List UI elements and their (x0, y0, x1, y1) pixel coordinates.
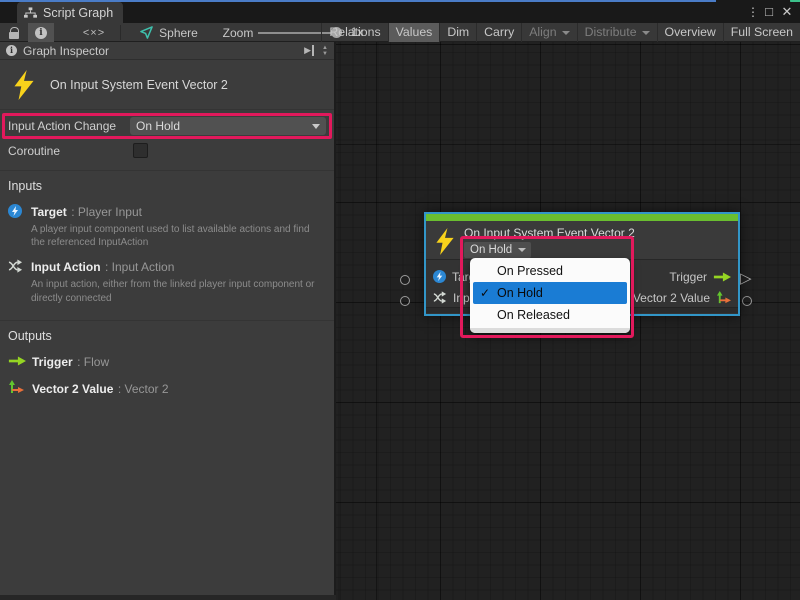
coroutine-label: Coroutine (8, 144, 133, 158)
input-action-change-label: Input Action Change (8, 119, 130, 133)
shuffle-arrows-icon (8, 259, 23, 273)
coroutine-checkbox[interactable] (133, 143, 148, 158)
tab-label: Script Graph (43, 6, 113, 20)
menu-scroll-strip (470, 328, 630, 333)
trigger-type: : Flow (77, 355, 109, 369)
distribute-label: Distribute (585, 23, 637, 42)
target-type: : Player Input (71, 205, 142, 219)
chevron-down-icon (518, 248, 526, 252)
graph-toolbar: i <×> Sphere Zoom 1x Relations Values Di… (0, 23, 800, 42)
sphere-label: Sphere (159, 26, 198, 40)
lock-button[interactable] (2, 23, 26, 42)
carry-button[interactable]: Carry (476, 23, 521, 42)
check-icon: ✓ (473, 286, 497, 300)
tab-script-graph[interactable]: Script Graph (17, 2, 123, 23)
align-button[interactable]: Align (521, 23, 576, 42)
chevron-down-icon (562, 31, 570, 35)
menu-item-on-pressed[interactable]: On Pressed (473, 260, 627, 282)
overview-button[interactable]: Overview (657, 23, 723, 42)
input-action-name: Input Action (31, 260, 101, 274)
relations-button[interactable]: Relations (321, 23, 387, 42)
lightning-bolt-icon (435, 228, 455, 255)
input-action-description: An input action, either from the linked … (31, 278, 319, 304)
dock-panel-icon[interactable]: ▶ (304, 45, 314, 56)
player-input-icon (433, 270, 446, 283)
input-action-input-port[interactable] (400, 296, 410, 306)
coroutine-row: Coroutine (0, 139, 334, 164)
menu-item-label: On Released (497, 308, 570, 322)
input-action-change-value: On Hold (136, 119, 180, 133)
flow-arrow-icon (713, 272, 731, 282)
inputs-section: Inputs Target : Player Input A player in… (0, 170, 334, 320)
input-action-change-dropdown[interactable]: On Hold (130, 117, 326, 135)
panel-spinner[interactable]: ▲ ▼ (322, 45, 328, 57)
node-event-dropdown[interactable]: On Hold (464, 242, 531, 258)
maximize-icon[interactable]: □ (760, 2, 778, 22)
node-port-vector2-label: Vector 2 Value (633, 291, 710, 305)
info-icon: i (6, 45, 17, 56)
node-title: On Input System Event Vector 2 (464, 226, 635, 240)
values-button[interactable]: Values (388, 23, 440, 42)
node-event-dropdown-value: On Hold (470, 244, 512, 256)
trigger-output-port[interactable]: ▷ (740, 272, 752, 286)
window-menu-icon[interactable]: ⋮ (746, 2, 760, 22)
player-input-icon (8, 204, 22, 218)
menu-item-on-released[interactable]: On Released (473, 304, 627, 326)
trigger-row: Trigger : Flow (8, 353, 326, 371)
vector2-name: Vector 2 Value (32, 382, 113, 396)
graph-canvas[interactable]: ▷ On Input System Event Vector 2 On Hold (336, 42, 800, 600)
trigger-name: Trigger (32, 355, 73, 369)
dim-button[interactable]: Dim (439, 23, 476, 42)
menu-item-on-hold[interactable]: ✓ On Hold (473, 282, 627, 304)
vector2-type: : Vector 2 (118, 382, 169, 396)
input-action-row: Input Action : Input Action An input act… (8, 258, 326, 304)
sphere-context-button[interactable]: Sphere (134, 23, 204, 42)
inspector-header-title: Graph Inspector (23, 44, 109, 58)
target-input-port[interactable] (400, 275, 410, 285)
menu-item-label: On Hold (497, 286, 543, 300)
input-target-row: Target : Player Input A player input com… (8, 203, 326, 249)
inputs-heading: Inputs (8, 179, 326, 193)
vector2-icon (8, 379, 24, 395)
outputs-section: Outputs Trigger : Flow (0, 320, 334, 414)
panel-bottom-edge (0, 595, 336, 600)
vector2-icon (716, 290, 731, 305)
align-label: Align (529, 23, 556, 42)
outputs-heading: Outputs (8, 329, 326, 343)
event-node-green-strip (426, 214, 738, 221)
target-description: A player input component used to list av… (31, 223, 319, 249)
event-node-header: On Input System Event Vector 2 On Hold (426, 221, 738, 260)
inspector-node-title: On Input System Event Vector 2 (50, 78, 228, 92)
graph-inspector-panel: i Graph Inspector ▶ ▲ ▼ On Input System … (0, 42, 336, 595)
node-summary: On Input System Event Vector 2 (0, 60, 334, 110)
toolbar-separator (120, 25, 121, 40)
script-graph-window: Script Graph ⋮ □ ✕ i <×> Sphere Zoom 1x … (0, 0, 800, 600)
titlebar: Script Graph ⋮ □ ✕ (0, 2, 800, 23)
inspector-header: i Graph Inspector ▶ ▲ ▼ (0, 42, 334, 60)
node-port-trigger-label: Trigger (669, 270, 707, 284)
inspector-toggle-button[interactable]: i (28, 23, 54, 42)
spin-down-icon: ▼ (322, 51, 328, 57)
flow-arrow-icon (8, 356, 26, 366)
vector2-output-port[interactable] (742, 296, 752, 306)
input-action-type: : Input Action (105, 260, 174, 274)
highlight-frame-input-action-change: Input Action Change On Hold (2, 113, 332, 139)
chevron-down-icon (642, 31, 650, 35)
fullscreen-button[interactable]: Full Screen (723, 23, 800, 42)
event-dropdown-menu: On Pressed ✓ On Hold On Released (470, 258, 630, 333)
close-icon[interactable]: ✕ (778, 2, 796, 22)
zoom-label: Zoom (218, 23, 258, 42)
code-view-button[interactable]: <×> (74, 23, 114, 42)
lightning-bolt-icon (13, 70, 35, 100)
sphere-icon (140, 26, 153, 39)
distribute-button[interactable]: Distribute (577, 23, 657, 42)
lock-icon (9, 32, 19, 39)
target-name: Target (31, 205, 67, 219)
vector2-row: Vector 2 Value : Vector 2 (8, 379, 326, 400)
graph-icon (24, 7, 37, 19)
shuffle-arrows-icon (433, 291, 447, 304)
chevron-down-icon (312, 124, 320, 129)
menu-item-label: On Pressed (497, 264, 563, 278)
info-icon: i (35, 27, 47, 39)
